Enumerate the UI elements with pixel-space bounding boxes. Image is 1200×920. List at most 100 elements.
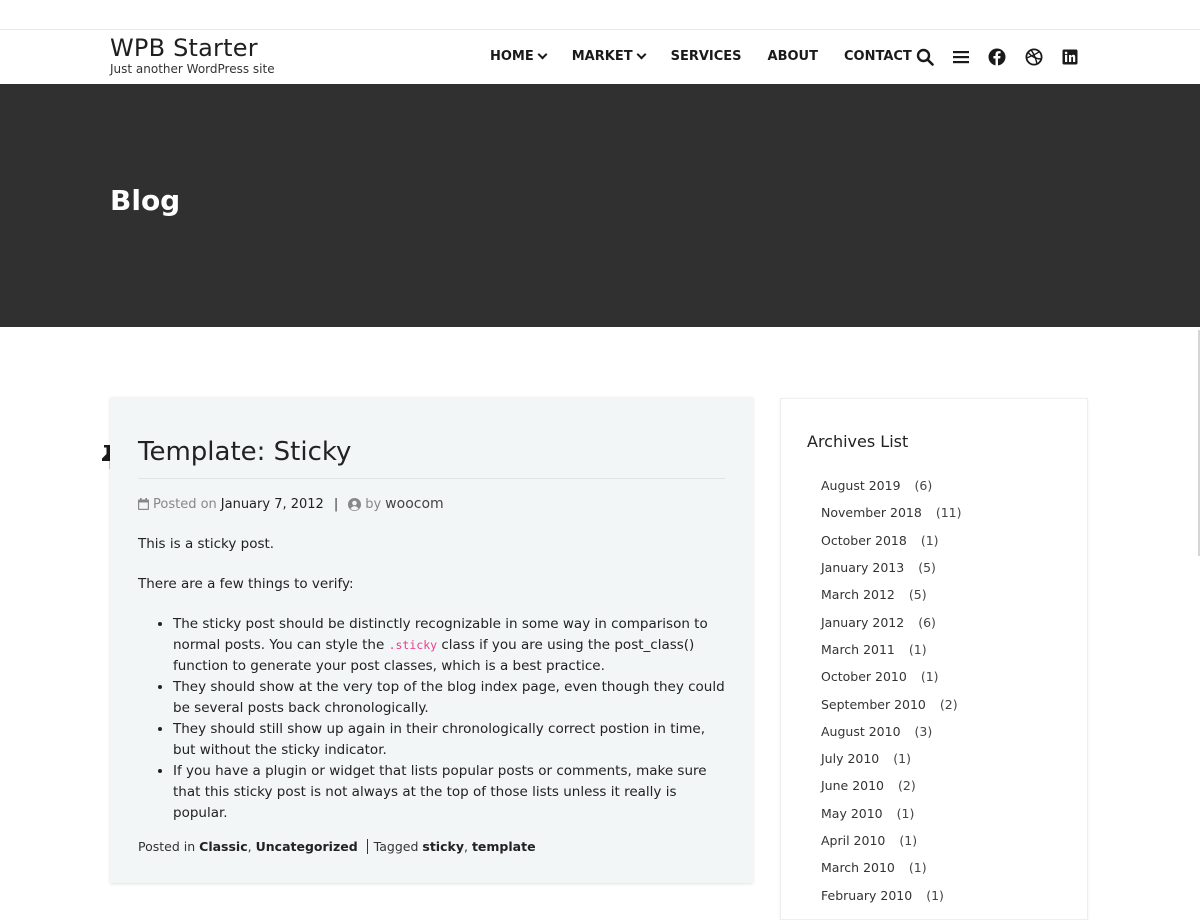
post-content: This is a sticky post. There are a few t… xyxy=(138,534,728,824)
list-item: If you have a plugin or widget that list… xyxy=(173,761,728,824)
dribbble-icon[interactable] xyxy=(1024,47,1044,67)
comma: , xyxy=(247,839,252,854)
nav-item-market[interactable]: MARKET xyxy=(571,49,647,64)
list-item[interactable]: March 2011 (1) xyxy=(821,636,961,663)
nav-item-contact[interactable]: CONTACT xyxy=(844,49,912,64)
list-item[interactable]: October 2010 (1) xyxy=(821,663,961,690)
search-icon[interactable] xyxy=(915,47,935,67)
archive-link[interactable]: March 2010 xyxy=(821,860,895,875)
list-item[interactable]: March 2012 (5) xyxy=(821,581,961,608)
chevron-down-icon xyxy=(636,49,647,60)
list-item[interactable]: October 2018 (1) xyxy=(821,527,961,554)
archive-count: (6) xyxy=(914,478,933,494)
list-item[interactable]: May 2010 (1) xyxy=(821,800,961,827)
tag-link-template[interactable]: template xyxy=(472,839,536,854)
nav-item-label: HOME xyxy=(490,49,534,64)
nav-item-label: SERVICES xyxy=(670,49,742,64)
user-icon xyxy=(348,497,362,511)
facebook-icon[interactable] xyxy=(987,47,1007,67)
archive-count: (1) xyxy=(896,805,915,821)
menu-icon[interactable] xyxy=(951,47,971,67)
archive-count: (1) xyxy=(920,669,939,685)
meta-separator: | xyxy=(333,496,339,512)
main-nav: HOME MARKET SERVICES ABOUT CONTACT xyxy=(490,49,938,64)
title-divider xyxy=(138,478,725,479)
chevron-down-icon xyxy=(537,49,548,60)
post-card: Template: Sticky Posted on January 7, 20… xyxy=(110,397,753,883)
tagged-label: Tagged xyxy=(373,839,419,854)
brand[interactable]: WPB Starter Just another WordPress site xyxy=(110,34,275,76)
post-date[interactable]: January 7, 2012 xyxy=(221,497,324,512)
list-item[interactable]: August 2010 (3) xyxy=(821,718,961,745)
archive-link[interactable]: June 2010 xyxy=(821,778,884,793)
nav-item-label: MARKET xyxy=(571,49,633,64)
sidebar-widget: Archives List August 2019 (6) November 20… xyxy=(780,398,1088,920)
nav-item-label: CONTACT xyxy=(843,49,912,64)
list-item[interactable]: January 2013 (5) xyxy=(821,554,961,581)
archive-count: (1) xyxy=(908,860,927,876)
archive-link[interactable]: March 2011 xyxy=(821,642,895,657)
site-tagline: Just another WordPress site xyxy=(110,62,275,76)
archive-count: (11) xyxy=(935,505,962,521)
posted-on-label: Posted on xyxy=(153,496,217,512)
list-item[interactable]: March 2010 (1) xyxy=(821,854,961,881)
calendar-icon xyxy=(138,498,149,510)
archive-link[interactable]: May 2010 xyxy=(821,806,883,821)
list-item[interactable]: August 2019 (6) xyxy=(821,472,961,499)
archive-link[interactable]: February 2010 xyxy=(821,888,912,903)
post-title[interactable]: Template: Sticky xyxy=(138,437,351,467)
list-item[interactable]: July 2010 (1) xyxy=(821,745,961,772)
list-item: The sticky post should be distinctly rec… xyxy=(173,614,728,677)
page-title: Blog xyxy=(110,184,181,217)
archive-link[interactable]: November 2018 xyxy=(821,505,922,520)
archive-count: (1) xyxy=(899,833,918,848)
archives-list: August 2019 (6) November 2018 (11) October… xyxy=(821,472,961,909)
comma: , xyxy=(463,839,468,854)
category-link-classic[interactable]: Classic xyxy=(199,839,247,854)
posted-in-label: Posted in xyxy=(138,839,196,854)
post-footer: Posted in Classic, Uncategorized Tagged … xyxy=(138,839,536,854)
archive-link[interactable]: July 2010 xyxy=(821,751,879,766)
tag-link-sticky[interactable]: sticky xyxy=(422,839,464,854)
archive-count: (6) xyxy=(918,614,936,630)
list-item[interactable]: January 2012 (6) xyxy=(821,608,961,635)
archive-count: (5) xyxy=(908,587,927,603)
archive-link[interactable]: October 2010 xyxy=(821,669,907,684)
top-strip xyxy=(0,0,1200,30)
list-item[interactable]: February 2010 (1) xyxy=(821,881,961,908)
archive-link[interactable]: March 2012 xyxy=(821,587,895,602)
list-item[interactable]: November 2018 (11) xyxy=(821,499,961,526)
site-title[interactable]: WPB Starter xyxy=(110,34,275,62)
archive-count: (1) xyxy=(926,887,944,903)
archive-count: (1) xyxy=(908,641,927,657)
nav-item-about[interactable]: ABOUT xyxy=(768,49,818,64)
archive-link[interactable]: January 2012 xyxy=(821,615,904,630)
nav-item-label: ABOUT xyxy=(767,49,818,64)
archive-count: (3) xyxy=(914,723,933,739)
category-link-uncategorized[interactable]: Uncategorized xyxy=(256,839,358,854)
nav-item-home[interactable]: HOME xyxy=(490,49,548,64)
archive-link[interactable]: August 2010 xyxy=(821,724,901,739)
archive-link[interactable]: January 2013 xyxy=(821,560,904,575)
list-item[interactable]: September 2010 (2) xyxy=(821,690,961,717)
page-hero: Blog xyxy=(0,84,1200,327)
archive-link[interactable]: September 2010 xyxy=(821,697,926,712)
archive-count: (5) xyxy=(918,560,936,576)
archive-link[interactable]: April 2010 xyxy=(821,833,885,848)
archive-count: (2) xyxy=(898,778,916,794)
archive-link[interactable]: October 2018 xyxy=(821,533,907,548)
archive-count: (2) xyxy=(939,696,958,712)
footer-divider xyxy=(366,839,368,854)
nav-item-services[interactable]: SERVICES xyxy=(671,49,742,64)
list-item[interactable]: June 2010 (2) xyxy=(821,772,961,799)
archive-count: (1) xyxy=(920,532,939,548)
post-author[interactable]: woocom xyxy=(385,496,443,512)
list-item: They should show at the very top of the … xyxy=(173,677,728,719)
list-item[interactable]: April 2010 (1) xyxy=(821,827,961,854)
archive-link[interactable]: August 2019 xyxy=(821,478,901,493)
inline-code: .sticky xyxy=(388,638,438,652)
archives-title: Archives List xyxy=(807,432,909,451)
linkedin-icon[interactable] xyxy=(1060,47,1080,67)
archive-count: (1) xyxy=(893,751,911,767)
list-item: They should still show up again in their… xyxy=(173,719,728,761)
